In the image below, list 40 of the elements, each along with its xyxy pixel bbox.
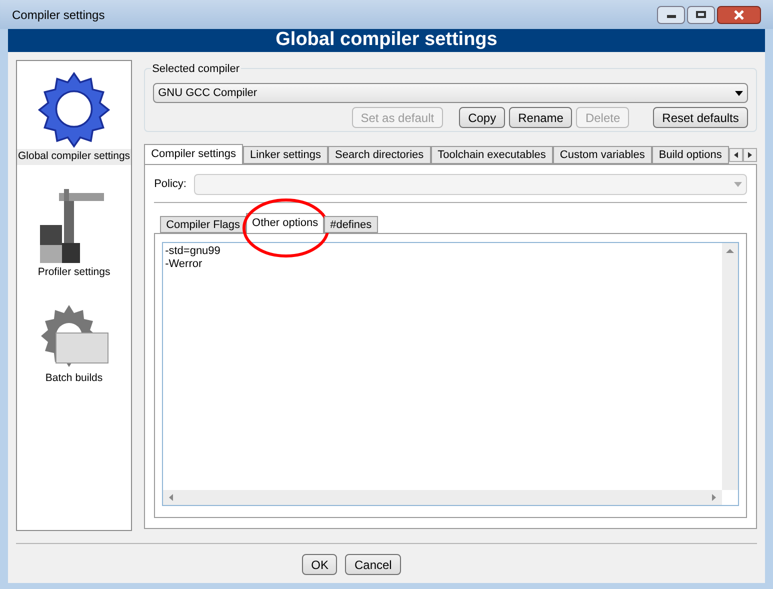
left-arrow-icon [169, 494, 174, 501]
settings-tab[interactable]: Search directories [328, 146, 431, 164]
settings-tab[interactable]: Build options [652, 146, 729, 164]
header-banner: Global compiler settings [8, 29, 765, 52]
sidebar-item[interactable]: Profiler settings [34, 184, 114, 280]
settings-tab[interactable]: Custom variables [552, 146, 652, 164]
window-title: Compiler settings [12, 6, 106, 24]
settings-tab[interactable]: Linker settings [243, 146, 328, 164]
policy-label: Policy: [154, 177, 186, 192]
compiler-dropdown[interactable]: GNU GCC Compiler [153, 83, 748, 103]
options-text-area[interactable]: -std=gnu99 -Werror [162, 242, 739, 506]
options-tab[interactable]: Other options [246, 213, 324, 233]
close-icon [733, 10, 745, 20]
vertical-scrollbar[interactable] [722, 243, 738, 490]
sidebar-item[interactable]: Batch builds [34, 300, 114, 386]
settings-tab[interactable]: Compiler settings [144, 144, 244, 164]
option-line: -std=gnu99 [165, 245, 220, 258]
option-line: -Werror [165, 258, 202, 271]
maximize-button[interactable] [687, 6, 715, 24]
right-arrow-icon [748, 152, 752, 158]
dialog-button[interactable]: Copy [459, 107, 506, 128]
options-tab[interactable]: #defines [324, 216, 378, 233]
dialog-button[interactable]: Rename [509, 107, 572, 128]
scroll-right-button[interactable] [742, 148, 757, 162]
settings-tab[interactable]: Toolchain executables [430, 146, 553, 164]
sidebar-item[interactable]: Global compiler settings [17, 69, 132, 165]
left-arrow-icon [734, 152, 738, 158]
minimize-button[interactable] [657, 6, 685, 24]
scroll-left-button[interactable] [728, 148, 743, 162]
dialog-button[interactable]: Reset defaults [653, 107, 748, 128]
horizontal-scrollbar[interactable] [163, 490, 722, 505]
dropdown-arrow-icon [734, 182, 742, 187]
right-arrow-icon [712, 494, 716, 501]
dialog-button[interactable]: Cancel [345, 554, 401, 575]
dialog-button[interactable]: OK [302, 554, 338, 575]
group-title: Selected compiler [151, 61, 240, 78]
dropdown-arrow-icon [734, 90, 743, 96]
close-button[interactable] [717, 6, 761, 24]
up-arrow-icon [726, 249, 734, 253]
options-tab[interactable]: Compiler Flags [160, 216, 246, 233]
